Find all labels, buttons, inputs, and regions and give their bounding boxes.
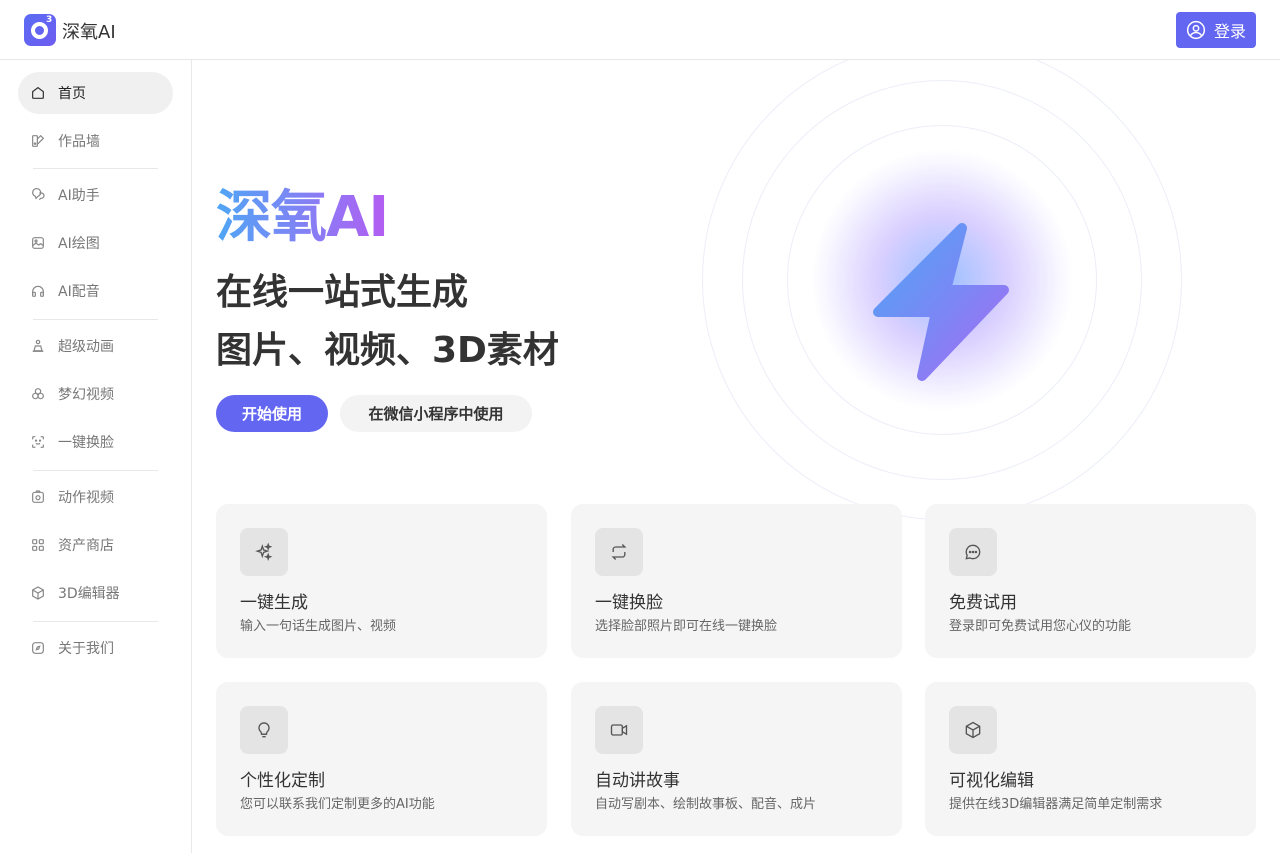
cube-icon [32,586,44,600]
sidebar-divider [33,319,158,320]
feature-description: 选择脸部照片即可在线一键换脸 [595,619,778,634]
feature-title: 个性化定制 [240,771,325,791]
sidebar-divider [33,470,158,471]
sparkles-icon [255,542,273,562]
feature-card[interactable]: 免费试用 登录即可免费试用您心仪的功能 [925,504,1256,658]
feature-title: 一键生成 [240,593,308,613]
sidebar-item-asset-store[interactable]: 资产商店 [18,524,173,566]
sidebar-item-dream-video[interactable]: 梦幻视频 [18,373,173,415]
sidebar-item-ai-assistant[interactable]: AI助手 [18,174,173,216]
feature-title: 免费试用 [949,593,1017,613]
compass-icon [32,642,44,654]
gallery-icon [32,134,45,147]
message-icon [965,544,981,560]
sidebar-item-home[interactable]: 首页 [18,72,173,114]
feature-title: 一键换脸 [595,593,663,613]
swap-icon [611,544,627,560]
hero-subtitle-line-1: 在线一站式生成 [216,272,469,313]
grid-icon [32,539,44,551]
animation-icon [32,339,44,352]
sidebar: 首页 作品墙 AI助手 AI绘图 AI配音 超级动画 梦幻视频 一键换脸 动作视… [0,60,192,853]
box-icon [965,721,981,739]
sidebar-item-face-swap[interactable]: 一键换脸 [18,421,173,463]
feature-card[interactable]: 可视化编辑 提供在线3D编辑器满足简单定制需求 [925,682,1256,836]
image-icon [32,237,44,249]
brand-name[interactable]: 深氧AI [62,18,116,44]
sidebar-item-motion-video[interactable]: 动作视频 [18,476,173,518]
video-camera-icon [610,724,628,736]
sidebar-item-gallery[interactable]: 作品墙 [18,120,173,162]
hero-title: 深氧AI [216,172,389,253]
sidebar-item-ai-drawing[interactable]: AI绘图 [18,222,173,264]
lightning-bolt-icon [873,223,1009,381]
feature-description: 您可以联系我们定制更多的AI功能 [240,797,435,812]
top-header: 3 深氧AI 登录 [0,0,1280,60]
feature-description: 输入一句话生成图片、视频 [240,619,397,634]
headphones-icon [32,285,44,297]
sidebar-item-about[interactable]: 关于我们 [18,627,173,669]
feature-description: 提供在线3D编辑器满足简单定制需求 [949,797,1163,812]
wechat-miniprogram-button[interactable]: 在微信小程序中使用 [340,395,532,432]
home-icon [32,86,44,99]
lightbulb-icon [258,722,270,738]
feature-card[interactable]: 一键换脸 选择脸部照片即可在线一键换脸 [571,504,902,658]
feature-title: 可视化编辑 [949,771,1034,791]
sidebar-item-3d-editor[interactable]: 3D编辑器 [18,572,173,614]
logo-icon[interactable]: 3 [24,14,56,46]
main-content: 深氧AI 在线一站式生成 图片、视频、3D素材 开始使用 在微信小程序中使用 一… [192,60,1280,853]
feature-card[interactable]: 一键生成 输入一句话生成图片、视频 [216,504,547,658]
sidebar-item-super-animation[interactable]: 超级动画 [18,325,173,367]
login-label: 登录 [1213,22,1246,41]
hero-subtitle-line-2: 图片、视频、3D素材 [216,330,559,371]
chat-bubbles-icon [32,187,45,201]
feature-card[interactable]: 自动讲故事 自动写剧本、绘制故事板、配音、成片 [571,682,902,836]
sidebar-divider [33,621,158,622]
feature-description: 自动写剧本、绘制故事板、配音、成片 [595,797,817,812]
sidebar-item-ai-voice[interactable]: AI配音 [18,270,173,312]
feature-title: 自动讲故事 [595,771,680,791]
video-icon [32,388,44,400]
login-button[interactable]: 登录 [1176,12,1256,48]
sidebar-divider [33,168,158,169]
feature-description: 登录即可免费试用您心仪的功能 [949,619,1132,634]
face-scan-icon [32,436,44,448]
camera-icon [32,490,44,503]
feature-card[interactable]: 个性化定制 您可以联系我们定制更多的AI功能 [216,682,547,836]
start-button[interactable]: 开始使用 [216,395,328,432]
user-circle-icon [1186,20,1206,40]
